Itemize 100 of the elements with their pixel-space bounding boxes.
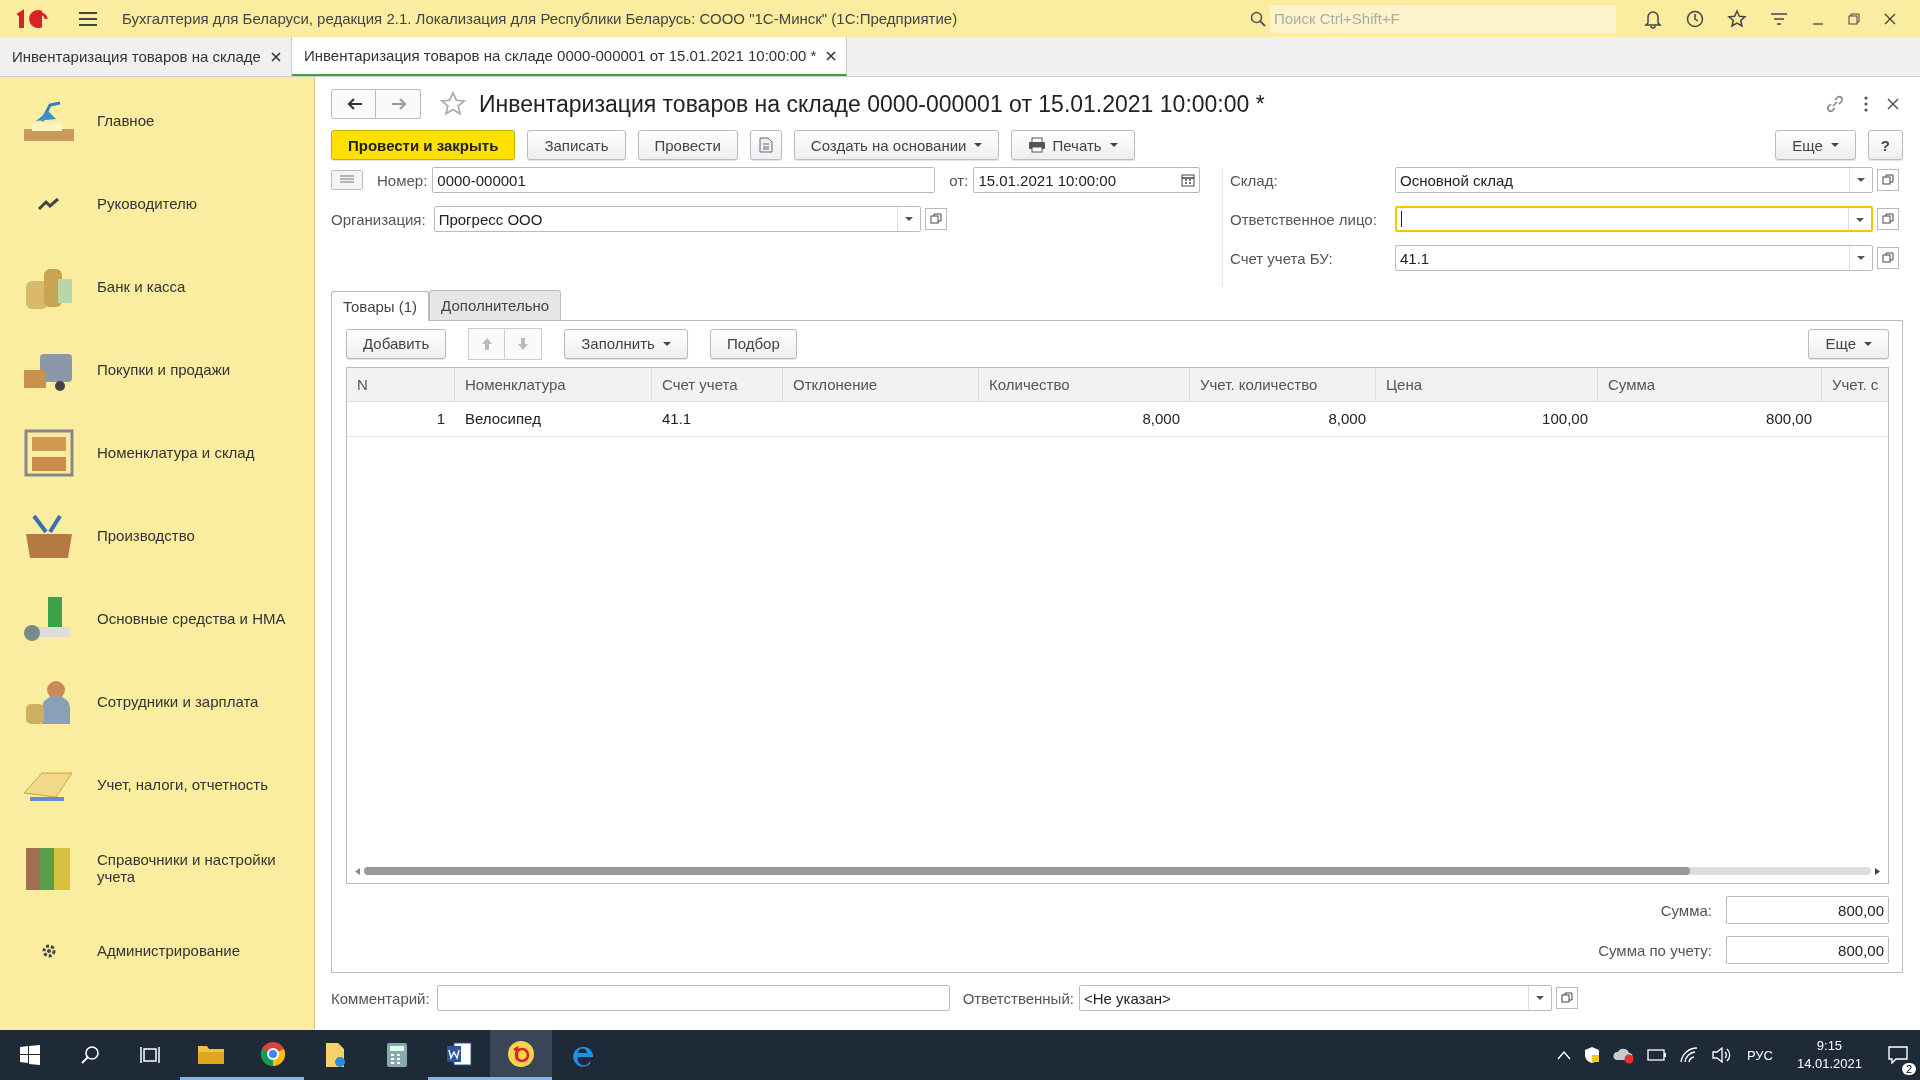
column-header[interactable]: Счет учета [652,367,783,401]
section-item[interactable]: Номенклатура и склад [0,411,314,494]
field-label: Ответственное лицо: [1230,210,1378,228]
column-header[interactable]: Отклонение [783,367,979,401]
document-tab[interactable]: Инвентаризация товаров на складе 0000-000001 от 15.01.2021 10:00:00 * [291,37,848,76]
responsible-field[interactable]: <Не указан> [1078,985,1552,1011]
more-button[interactable]: Еще [1808,328,1889,359]
scroll-left-icon[interactable] [355,867,360,875]
horizontal-scrollbar[interactable] [364,867,1871,875]
pick-button[interactable]: Подбор [709,328,797,359]
column-header[interactable]: N [347,367,455,401]
restore-icon[interactable] [1847,11,1861,26]
field-label: Счет учета БУ: [1230,249,1334,267]
column-header[interactable]: Количество [979,367,1190,401]
search-icon[interactable] [80,1045,100,1065]
column-header[interactable]: Учет. количество [1190,367,1376,401]
organization-field[interactable]: Прогресс ООО [433,206,921,232]
speaker-icon[interactable] [1710,1046,1731,1064]
open-icon[interactable] [924,208,947,230]
close-icon[interactable] [826,50,837,61]
more-button[interactable]: Еще [1775,130,1856,160]
comment-label: Комментарий: [331,989,430,1007]
section-item[interactable]: Производство [0,494,314,577]
caret-up-icon[interactable] [1556,1050,1571,1060]
section-item[interactable]: Справочники и настройки учета [0,826,314,909]
back-button[interactable] [331,89,376,119]
column-header[interactable]: Учет. с [1822,367,1888,401]
scroll-right-icon[interactable] [1875,867,1880,875]
document-tab[interactable]: Инвентаризация товаров на складе [0,37,292,76]
calculator-icon [386,1042,408,1068]
section-item[interactable]: Банк и касса [0,245,314,328]
column-header[interactable]: Сумма [1598,367,1822,401]
section-item[interactable]: Сотрудники и зарплата [0,660,314,743]
toolbar-button[interactable]: Записать [527,130,626,160]
total-label: Сумма по учету: [1598,941,1712,959]
input-field[interactable]: 41.1 [1395,245,1873,271]
date-field[interactable]: 15.01.2021 10:00:00 [973,167,1201,193]
fill-button[interactable]: Заполнить [564,328,688,359]
section-item[interactable]: Покупки и продажи [0,328,314,411]
page-tab[interactable]: Товары (1) [331,291,430,321]
tab-label: Инвентаризация товаров на складе 0000-000001 от 15.01.2021 10:00:00 * [303,47,817,64]
field-label: Склад: [1230,171,1279,189]
history-icon[interactable] [1685,8,1705,29]
number-field[interactable]: 0000-000001 [432,167,936,193]
calendar-icon[interactable] [1181,173,1196,187]
star-icon[interactable] [439,90,467,118]
page-tab[interactable]: Дополнительно [429,290,562,320]
section-item[interactable]: Администрирование [0,909,314,992]
notifications-button[interactable]: 2 [1876,1033,1920,1077]
close-icon[interactable] [1883,11,1897,26]
document-icon [323,1042,347,1068]
message-icon [1888,1046,1908,1064]
section-label: Руководителю [97,195,199,212]
link-icon[interactable] [1825,94,1845,114]
section-item[interactable]: Главное [0,79,314,162]
table-cell: Велосипед [465,410,541,428]
close-icon[interactable] [1887,98,1899,110]
comment-field[interactable] [436,985,950,1011]
task-view-icon[interactable] [140,1045,160,1065]
windows-start-icon[interactable] [20,1045,40,1065]
help-button[interactable]: ? [1867,130,1903,160]
open-icon[interactable] [1555,987,1578,1009]
column-header[interactable]: Цена [1376,367,1598,401]
table-cell: 8,000 [1142,410,1180,428]
create-based-on-button[interactable]: Создать на основании [793,130,1000,160]
open-icon[interactable] [1877,208,1899,230]
print-button[interactable]: Печать [1011,130,1135,160]
section-item[interactable]: Руководителю [0,162,314,245]
add-button[interactable]: Добавить [346,328,447,359]
column-header[interactable]: Номенклатура [455,367,652,401]
bell-icon[interactable] [1643,8,1663,29]
input-field[interactable] [1395,206,1873,232]
open-icon[interactable] [1877,247,1899,269]
section-item[interactable]: Основные средства и НМА [0,577,314,660]
post-and-close-button[interactable]: Провести и закрыть [331,130,516,160]
input-field[interactable]: Основной склад [1395,167,1873,193]
shield-icon[interactable] [1582,1046,1601,1064]
more-icon[interactable] [1863,96,1869,112]
back-arrow-icon [346,98,363,110]
clock[interactable]: 9:15 14.01.2021 [1796,1037,1862,1073]
table-cell: 8,000 [1328,410,1366,428]
toolbar-button[interactable]: Провести [637,130,738,160]
printer-icon [1028,137,1047,153]
tab-label: Инвентаризация товаров на складе [12,48,261,65]
battery-icon[interactable] [1646,1049,1667,1061]
cloud-icon[interactable] [1612,1046,1635,1064]
section-item[interactable]: Учет, налоги, отчетность [0,743,314,826]
responsible-label: Ответственный: [962,989,1074,1007]
star-icon[interactable] [1727,8,1747,29]
menu-icon[interactable] [79,11,97,26]
section-label: Главное [97,112,156,129]
search-field[interactable]: Поиск Ctrl+Shift+F [1270,4,1616,33]
word-icon [446,1040,472,1067]
wifi-icon[interactable] [1678,1046,1699,1064]
language-indicator[interactable]: РУС [1746,1047,1773,1063]
open-icon[interactable] [1877,169,1899,191]
total-field: 800,00 [1726,936,1889,964]
taskbar-app[interactable] [490,1030,552,1080]
table-cell: 100,00 [1542,410,1588,428]
close-icon[interactable] [270,51,281,62]
